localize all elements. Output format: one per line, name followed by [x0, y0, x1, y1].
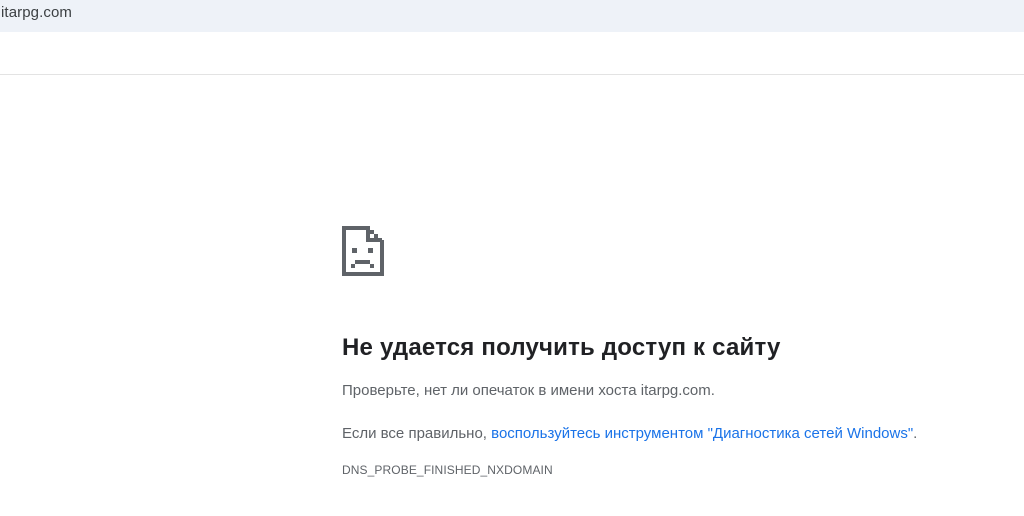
diagnostics-suffix: . [913, 425, 918, 442]
error-content: Не удается получить доступ к сайту Прове… [342, 226, 1002, 477]
hint-text: Проверьте, нет ли опечаток в имени хоста… [342, 382, 715, 399]
sad-page-icon [342, 226, 384, 276]
diagnostics-prefix: Если все правильно, [342, 425, 492, 442]
address-bar[interactable]: itarpg.com [0, 0, 1024, 32]
url-text[interactable]: itarpg.com [1, 4, 72, 21]
toolbar-strip [0, 32, 1024, 75]
network-diagnostics-link[interactable]: воспользуйтесь инструментом "Диагностика… [491, 425, 913, 442]
error-code: DNS_PROBE_FINISHED_NXDOMAIN [342, 463, 553, 477]
diagnostics-text: Если все правильно, воспользуйтесь инстр… [342, 424, 1002, 444]
error-heading: Не удается получить доступ к сайту [342, 334, 781, 361]
